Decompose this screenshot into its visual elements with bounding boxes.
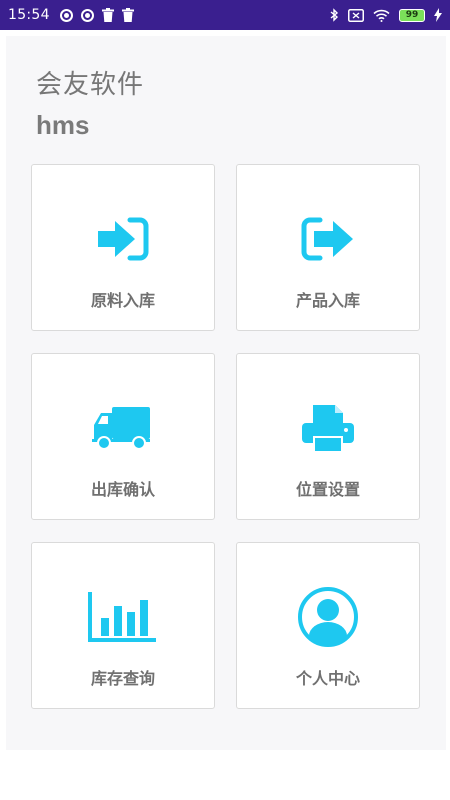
trash-icon xyxy=(101,8,114,22)
import-login-icon xyxy=(83,209,163,269)
tile-personal-center[interactable]: 个人中心 xyxy=(236,542,420,709)
status-notification-icons xyxy=(59,8,134,22)
tile-raw-material-inbound[interactable]: 原料入库 xyxy=(31,164,215,331)
tile-label: 个人中心 xyxy=(295,669,360,688)
user-circle-icon xyxy=(288,587,368,647)
mute-box-icon xyxy=(348,8,364,22)
wifi-icon xyxy=(373,9,390,22)
tile-product-inbound[interactable]: 产品入库 xyxy=(236,164,420,331)
trash-icon xyxy=(121,8,134,22)
record-icon xyxy=(59,8,73,22)
tile-outbound-confirm[interactable]: 出库确认 xyxy=(31,353,215,520)
tile-label: 产品入库 xyxy=(295,291,360,310)
tile-location-settings[interactable]: 位置设置 xyxy=(236,353,420,520)
app-title: 会友软件 xyxy=(36,70,145,100)
app-subtitle: hms xyxy=(36,110,90,140)
status-time: 15:54 xyxy=(8,7,50,23)
tile-label: 位置设置 xyxy=(295,480,360,499)
menu-grid: 原料入库 产品入库 出库确认 位置设置 库存查询 个人中心 xyxy=(31,164,420,709)
tile-label: 库存查询 xyxy=(90,669,155,688)
export-logout-icon xyxy=(288,209,368,269)
printer-icon xyxy=(288,398,368,458)
status-system-icons: 99 xyxy=(330,8,442,22)
bluetooth-icon xyxy=(330,8,339,22)
tile-inventory-query[interactable]: 库存查询 xyxy=(31,542,215,709)
bar-chart-icon xyxy=(83,587,163,647)
status-bar: 15:54 99 xyxy=(0,0,450,30)
record-icon xyxy=(80,8,94,22)
tile-label: 出库确认 xyxy=(90,480,155,499)
tile-label: 原料入库 xyxy=(90,291,155,310)
truck-icon xyxy=(83,398,163,458)
charging-icon xyxy=(434,8,442,22)
battery-icon: 99 xyxy=(399,8,425,22)
